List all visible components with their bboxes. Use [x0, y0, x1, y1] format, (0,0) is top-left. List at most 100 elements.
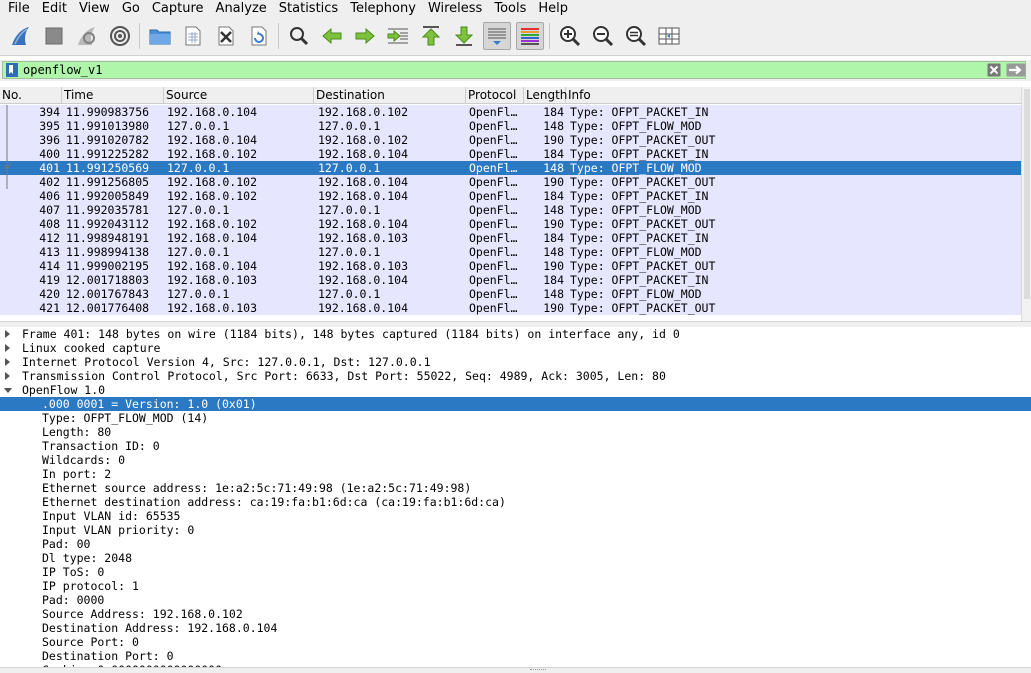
column-header-no[interactable]: No. — [0, 87, 62, 103]
column-header-length[interactable]: Length — [524, 87, 567, 103]
zoom-normal-icon[interactable] — [622, 22, 650, 50]
collapse-right-arrow-icon[interactable] — [5, 344, 10, 352]
tree-item[interactable]: Destination Address: 192.168.0.104 — [0, 621, 1031, 635]
table-row[interactable]: 395 11.991013980 127.0.0.1 127.0.0.1 OpenFl…… — [0, 119, 1021, 133]
tree-item[interactable]: Type: OFPT_FLOW_MOD (14) — [0, 411, 1031, 425]
menu-go[interactable]: Go — [116, 0, 146, 17]
go-forward-arrow-icon[interactable] — [351, 22, 379, 50]
go-to-packet-icon[interactable] — [384, 22, 412, 50]
tree-item[interactable]: Transmission Control Protocol, Src Port:… — [0, 369, 1031, 383]
table-row[interactable]: 420 12.001767843 127.0.0.1 127.0.0.1 OpenFl…… — [0, 287, 1021, 301]
close-file-icon[interactable] — [212, 22, 240, 50]
display-filter-input[interactable]: openflow_v1 — [2, 61, 1026, 79]
column-header-destination[interactable]: Destination — [314, 87, 466, 103]
table-row[interactable]: 402 11.991256805 192.168.0.102 192.168.0.10… — [0, 175, 1021, 189]
cell-time: 11.992005849 — [66, 189, 150, 203]
tree-item-label: Transmission Control Protocol, Src Port:… — [22, 369, 666, 383]
menu-tools[interactable]: Tools — [488, 0, 532, 17]
go-back-arrow-icon[interactable] — [318, 22, 346, 50]
open-folder-icon[interactable] — [146, 22, 174, 50]
autoscroll-icon[interactable] — [482, 22, 511, 50]
menu-view[interactable]: View — [73, 0, 116, 17]
table-row[interactable]: 400 11.991225282 192.168.0.102 192.168.0.10… — [0, 147, 1021, 161]
collapse-right-arrow-icon[interactable] — [5, 330, 10, 338]
zoom-in-icon[interactable] — [556, 22, 584, 50]
menu-wireless[interactable]: Wireless — [422, 0, 488, 17]
clear-filter-icon[interactable] — [987, 63, 1001, 77]
tree-item-selected[interactable]: .000 0001 = Version: 1.0 (0x01) — [0, 397, 1031, 411]
gear-options-icon[interactable] — [106, 22, 134, 50]
menu-edit[interactable]: Edit — [36, 0, 73, 17]
stop-square-icon[interactable] — [40, 22, 68, 50]
tree-item[interactable]: IP ToS: 0 — [0, 565, 1031, 579]
tree-item[interactable]: Frame 401: 148 bytes on wire (1184 bits)… — [0, 327, 1031, 341]
tree-item-label: Dl type: 2048 — [42, 551, 133, 565]
packet-list-scrollbar[interactable] — [1021, 87, 1031, 321]
menu-capture[interactable]: Capture — [146, 0, 210, 17]
tree-item[interactable]: Ethernet destination address: ca:19:fa:b… — [0, 495, 1031, 509]
menu-help[interactable]: Help — [532, 0, 574, 17]
tree-item[interactable]: Destination Port: 0 — [0, 649, 1031, 663]
tree-item[interactable]: In port: 2 — [0, 467, 1031, 481]
column-header-time[interactable]: Time — [62, 87, 164, 103]
tree-item[interactable]: Ethernet source address: 1e:a2:5c:71:49:… — [0, 481, 1031, 495]
expand-down-arrow-icon[interactable] — [4, 388, 12, 393]
apply-filter-icon[interactable] — [1006, 63, 1026, 77]
table-row-selected[interactable]: 401 11.991250569 127.0.0.1 127.0.0.1 OpenFl…… — [0, 161, 1021, 175]
tree-item[interactable]: Linux cooked capture — [0, 341, 1031, 355]
tree-item[interactable]: OpenFlow 1.0 — [0, 383, 1031, 397]
tree-item[interactable]: Wildcards: 0 — [0, 453, 1031, 467]
menu-file[interactable]: File — [2, 0, 36, 17]
tree-item[interactable]: Input VLAN id: 65535 — [0, 509, 1031, 523]
table-row[interactable]: 396 11.991020782 192.168.0.104 192.168.0.10… — [0, 133, 1021, 147]
find-magnifier-icon[interactable] — [285, 22, 313, 50]
tree-item[interactable]: Transaction ID: 0 — [0, 439, 1031, 453]
table-row[interactable]: 421 12.001776408 192.168.0.103 192.168.0.10… — [0, 301, 1021, 315]
table-row[interactable]: 419 12.001718803 192.168.0.103 192.168.0.10… — [0, 273, 1021, 287]
bottom-splitter[interactable] — [0, 667, 1031, 673]
column-header-protocol[interactable]: Protocol — [466, 87, 524, 103]
table-row[interactable]: 412 11.998948191 192.168.0.104 192.168.0.10… — [0, 231, 1021, 245]
go-last-icon[interactable] — [450, 22, 478, 50]
restart-fin-icon[interactable] — [73, 22, 101, 50]
table-row[interactable]: 407 11.992035781 127.0.0.1 127.0.0.1 OpenFl…… — [0, 203, 1021, 217]
tree-item[interactable]: Dl type: 2048 — [0, 551, 1031, 565]
cell-src: 127.0.0.1 — [167, 203, 230, 217]
menu-telephony[interactable]: Telephony — [344, 0, 422, 17]
go-first-icon[interactable] — [417, 22, 445, 50]
cell-dst: 127.0.0.1 — [318, 203, 381, 217]
shark-fin-start-icon[interactable] — [7, 22, 35, 50]
tree-item[interactable]: Source Port: 0 — [0, 635, 1031, 649]
scrollbar-thumb[interactable] — [1024, 89, 1030, 299]
collapse-right-arrow-icon[interactable] — [5, 372, 10, 380]
cell-len: 190 — [543, 259, 564, 273]
menu-statistics[interactable]: Statistics — [273, 0, 344, 17]
column-header-info[interactable]: Info — [566, 87, 1021, 103]
menu-analyze[interactable]: Analyze — [210, 0, 273, 17]
tree-item-label: Pad: 0000 — [42, 593, 105, 607]
table-row[interactable]: 406 11.992005849 192.168.0.102 192.168.0.10… — [0, 189, 1021, 203]
table-row[interactable]: 413 11.998994138 127.0.0.1 127.0.0.1 OpenFl…… — [0, 245, 1021, 259]
zoom-out-icon[interactable] — [589, 22, 617, 50]
tree-item[interactable]: IP protocol: 1 — [0, 579, 1031, 593]
cell-time: 11.991256805 — [66, 175, 150, 189]
table-row[interactable]: 414 11.999002195 192.168.0.104 192.168.0.10… — [0, 259, 1021, 273]
cell-time: 11.991020782 — [66, 133, 150, 147]
tree-item[interactable]: Internet Protocol Version 4, Src: 127.0.… — [0, 355, 1031, 369]
table-row[interactable]: 408 11.992043112 192.168.0.102 192.168.0.10… — [0, 217, 1021, 231]
column-header-source[interactable]: Source — [164, 87, 314, 103]
cell-dst: 192.168.0.103 — [318, 259, 409, 273]
reload-file-icon[interactable] — [245, 22, 273, 50]
tree-item[interactable]: Source Address: 192.168.0.102 — [0, 607, 1031, 621]
table-row[interactable]: 394 11.990983756 192.168.0.104 192.168.0.10… — [0, 105, 1021, 119]
resize-columns-icon[interactable] — [655, 22, 683, 50]
tree-item[interactable]: Pad: 0000 — [0, 593, 1031, 607]
bookmark-icon[interactable] — [5, 63, 19, 77]
tree-item[interactable]: Input VLAN priority: 0 — [0, 523, 1031, 537]
save-file-icon[interactable] — [179, 22, 207, 50]
colorize-icon[interactable] — [515, 22, 544, 50]
tree-item[interactable]: Pad: 00 — [0, 537, 1031, 551]
cell-proto: OpenFl… — [469, 273, 518, 287]
collapse-right-arrow-icon[interactable] — [5, 358, 10, 366]
tree-item[interactable]: Length: 80 — [0, 425, 1031, 439]
